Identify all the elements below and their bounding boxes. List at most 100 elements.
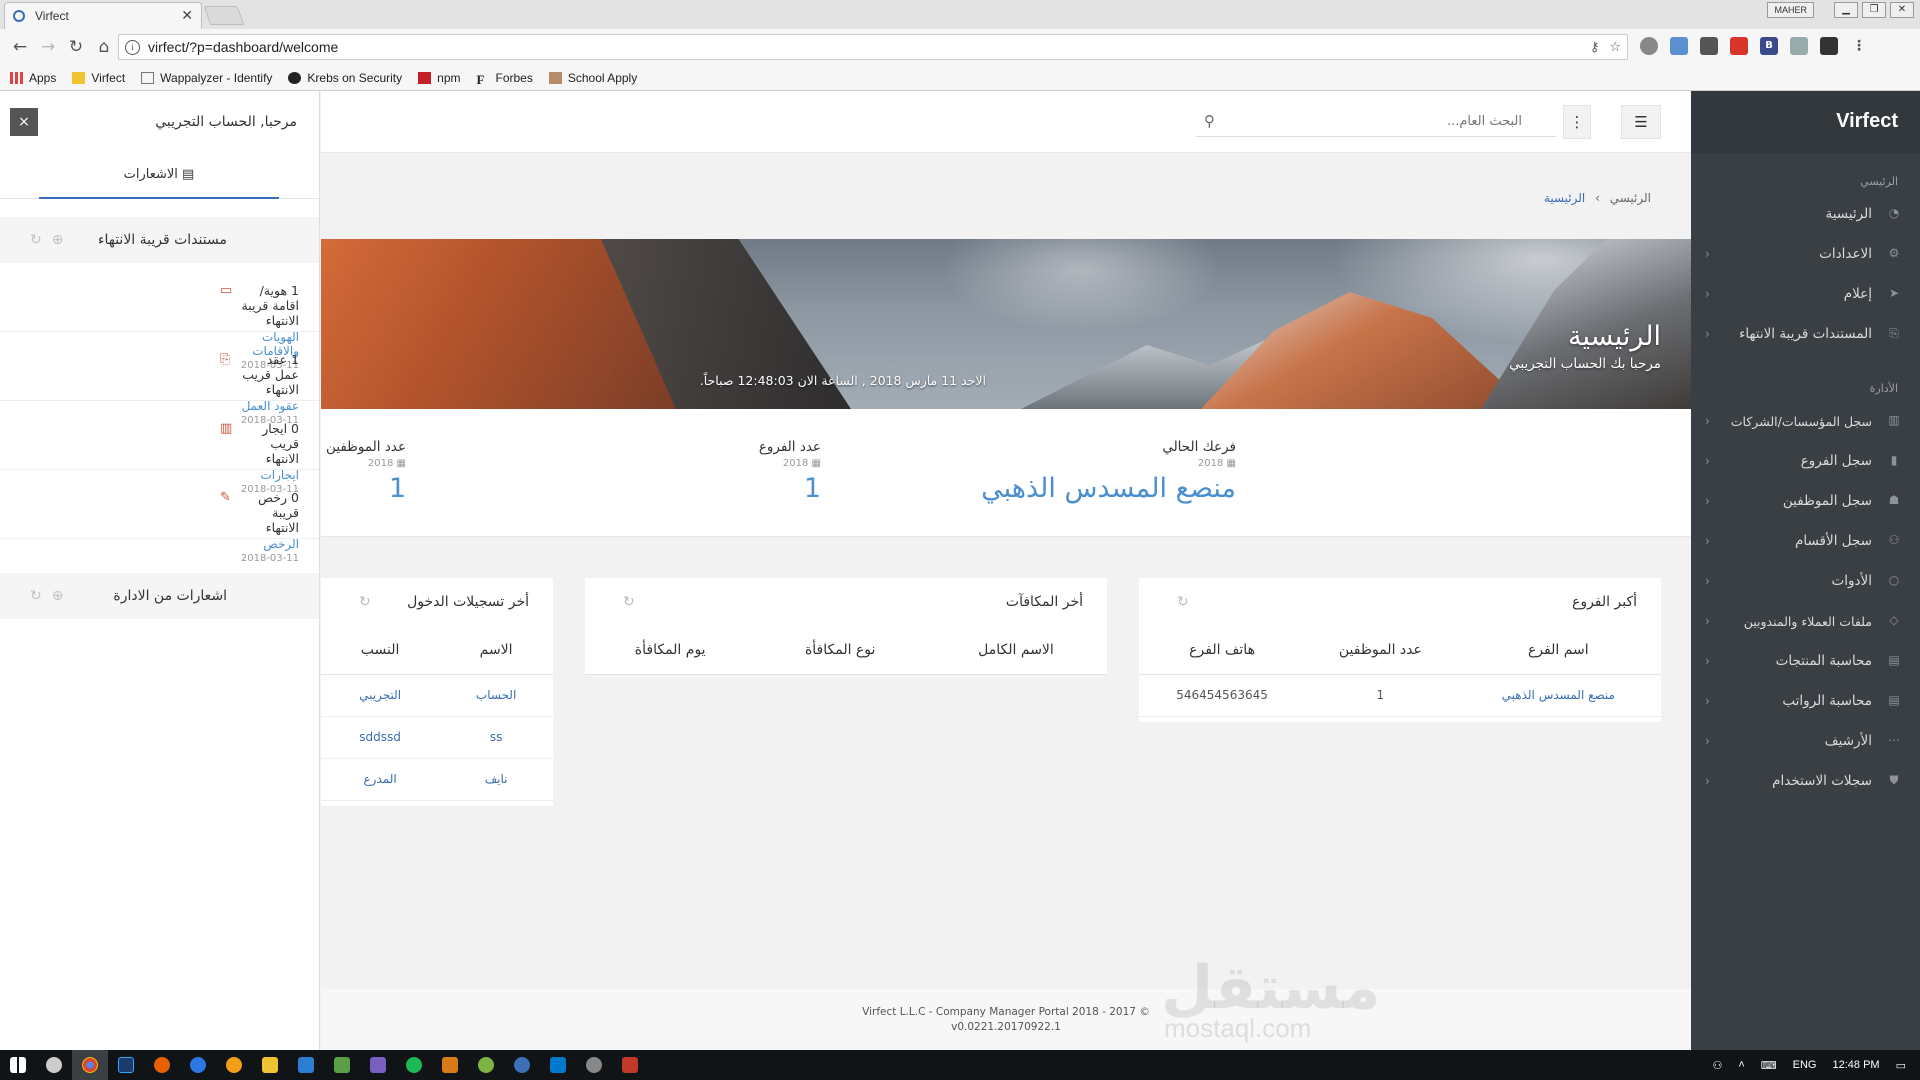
refresh-icon[interactable]: ↻ — [30, 232, 42, 248]
extension-icon[interactable]: B — [1760, 37, 1778, 55]
extension-icon[interactable] — [1730, 37, 1748, 55]
keyboard-icon[interactable]: ⌨ — [1761, 1059, 1777, 1072]
notification-link[interactable]: عقود العمل — [240, 399, 299, 413]
close-panel-button[interactable]: × — [10, 108, 38, 136]
taskbar-app[interactable] — [576, 1050, 612, 1080]
sidebar-item-settings[interactable]: ⚙ الاعدادات ‹ — [1691, 234, 1920, 274]
taskbar-app[interactable] — [144, 1050, 180, 1080]
people-icon[interactable]: ⚇ — [1712, 1059, 1722, 1072]
sidebar-item-expiring-docs[interactable]: ⎘ المستندات قريبة الانتهاء ‹ — [1691, 314, 1920, 354]
taskbar-app[interactable] — [216, 1050, 252, 1080]
new-tab-button[interactable] — [203, 6, 245, 25]
taskbar-app[interactable] — [288, 1050, 324, 1080]
taskbar-app[interactable] — [72, 1050, 108, 1080]
table-cell[interactable]: منصع المسدس الذهبي — [1455, 674, 1661, 717]
chevron-up-icon[interactable]: ˄ — [1738, 1059, 1744, 1071]
extension-icon[interactable] — [1700, 37, 1718, 55]
taskbar-app[interactable] — [432, 1050, 468, 1080]
bookmark-wappalyzer[interactable]: Wappalyzer - Identify — [141, 71, 272, 85]
extension-icon[interactable] — [1640, 37, 1658, 55]
start-button[interactable] — [0, 1050, 36, 1080]
bookmark-forbes[interactable]: F Forbes — [476, 71, 532, 87]
sidebar-item-departments[interactable]: ⚇ سجل الأقسام ‹ — [1691, 521, 1920, 561]
sidebar-item-products-accounting[interactable]: ▤ محاسبة المنتجات ‹ — [1691, 641, 1920, 681]
taskbar-app[interactable] — [36, 1050, 72, 1080]
table-cell[interactable]: sddssd — [321, 716, 440, 759]
breadcrumb-root[interactable]: الرئيسي — [1610, 191, 1651, 205]
notification-link[interactable]: ايجارات — [240, 468, 299, 482]
sidebar-item-payroll[interactable]: ▤ محاسبة الرواتب ‹ — [1691, 681, 1920, 721]
taskbar-app[interactable] — [468, 1050, 504, 1080]
clock[interactable]: 12:48 PM — [1833, 1059, 1880, 1071]
key-icon[interactable]: ⚷ — [1590, 40, 1600, 55]
refresh-icon[interactable]: ↻ — [30, 588, 42, 604]
url-text[interactable]: virfect/?p=dashboard/welcome — [148, 39, 1580, 55]
back-button[interactable]: ← — [6, 37, 34, 57]
more-options-button[interactable]: ⋮ — [1563, 105, 1591, 139]
bookmark-virfect[interactable]: Virfect — [72, 71, 125, 85]
extension-icon[interactable] — [1670, 37, 1688, 55]
profile-button[interactable]: MAHER — [1767, 2, 1814, 18]
brand-logo[interactable]: Virfect — [1691, 91, 1920, 153]
extension-icon[interactable] — [1820, 37, 1838, 55]
taskbar-app[interactable] — [360, 1050, 396, 1080]
tab-notifications[interactable]: ▤ الاشعارات — [39, 153, 279, 199]
forward-button[interactable]: → — [34, 37, 62, 57]
search-icon[interactable]: ⚲ — [1204, 112, 1215, 130]
table-cell[interactable]: المدرع — [321, 758, 440, 801]
taskbar-app[interactable] — [180, 1050, 216, 1080]
taskbar-app[interactable] — [252, 1050, 288, 1080]
close-tab-icon[interactable]: ✕ — [181, 8, 193, 24]
refresh-icon[interactable]: ↻ — [1177, 594, 1189, 610]
search-input[interactable] — [1196, 114, 1556, 129]
restore-button[interactable]: ❐ — [1862, 2, 1886, 18]
sidebar-item-employees[interactable]: ☗ سجل الموظفين ‹ — [1691, 481, 1920, 521]
list-item[interactable]: 1 هوية/اقامة قريبة الانتهاء الهويات والا… — [0, 263, 319, 371]
taskbar-app[interactable] — [324, 1050, 360, 1080]
collapse-icon[interactable]: ⊕ — [52, 232, 64, 248]
browser-tab[interactable]: Virfect ✕ — [4, 2, 202, 29]
language-indicator[interactable]: ENG — [1793, 1059, 1817, 1071]
home-button[interactable]: ⌂ — [90, 37, 118, 57]
info-icon[interactable]: i — [125, 39, 140, 55]
sidebar-item-home[interactable]: ◔ الرئيسية — [1691, 194, 1920, 234]
breadcrumb-current[interactable]: الرئيسية — [1544, 191, 1585, 205]
menu-icon[interactable]: ⋮ — [1850, 37, 1868, 55]
sidebar-item-usage-logs[interactable]: ⛊ سجلات الاستخدام ‹ — [1691, 761, 1920, 801]
table-row[interactable]: نايف المدرع — [321, 758, 553, 801]
taskbar-app[interactable] — [396, 1050, 432, 1080]
sidebar-item-clients[interactable]: ◇ ملفات العملاء والمندوبين ‹ — [1691, 601, 1920, 641]
bookmark-school-apply[interactable]: School Apply — [548, 71, 637, 85]
table-row[interactable]: ss sddssd — [321, 716, 553, 759]
bookmark-apps[interactable]: Apps — [10, 71, 56, 85]
table-cell[interactable]: ss — [439, 716, 553, 759]
sidebar-item-tools[interactable]: ○ الأدوات ‹ — [1691, 561, 1920, 601]
refresh-icon[interactable]: ↻ — [359, 594, 371, 610]
table-cell[interactable]: التجريبي — [321, 674, 440, 717]
reload-button[interactable]: ↻ — [62, 37, 90, 57]
table-cell[interactable]: الحساب — [439, 674, 553, 717]
bookmark-npm[interactable]: npm — [418, 71, 460, 85]
table-row[interactable]: الحساب التجريبي — [321, 674, 553, 717]
close-window-button[interactable]: ✕ — [1890, 2, 1914, 18]
sidebar-item-notify[interactable]: ➤ إعلام ‹ — [1691, 274, 1920, 314]
menu-toggle-button[interactable]: ☰ — [1621, 105, 1661, 139]
action-center-icon[interactable]: ▭ — [1896, 1059, 1906, 1072]
taskbar-app[interactable] — [504, 1050, 540, 1080]
refresh-icon[interactable]: ↻ — [623, 594, 635, 610]
notification-link[interactable]: الرخص — [240, 537, 299, 551]
star-icon[interactable]: ☆ — [1609, 40, 1621, 55]
taskbar-app[interactable] — [540, 1050, 576, 1080]
table-cell[interactable]: نايف — [439, 758, 553, 801]
address-bar[interactable]: i virfect/?p=dashboard/welcome ⚷ ☆ — [118, 34, 1628, 60]
taskbar-app[interactable] — [108, 1050, 144, 1080]
sidebar-item-archive[interactable]: ⋯ الأرشيف ‹ — [1691, 721, 1920, 761]
extension-icon[interactable] — [1790, 37, 1808, 55]
bookmark-krebs[interactable]: Krebs on Security — [288, 71, 402, 85]
table-row[interactable]: منصع المسدس الذهبي 1 546454563645 — [1139, 674, 1661, 717]
collapse-icon[interactable]: ⊕ — [52, 588, 64, 604]
sidebar-item-branches[interactable]: ▮ سجل الفروع ‹ — [1691, 441, 1920, 481]
taskbar-app[interactable] — [612, 1050, 648, 1080]
sidebar-item-companies[interactable]: ▥ سجل المؤسسات/الشركات ‹ — [1691, 401, 1920, 441]
minimize-button[interactable]: ▁ — [1834, 2, 1858, 18]
